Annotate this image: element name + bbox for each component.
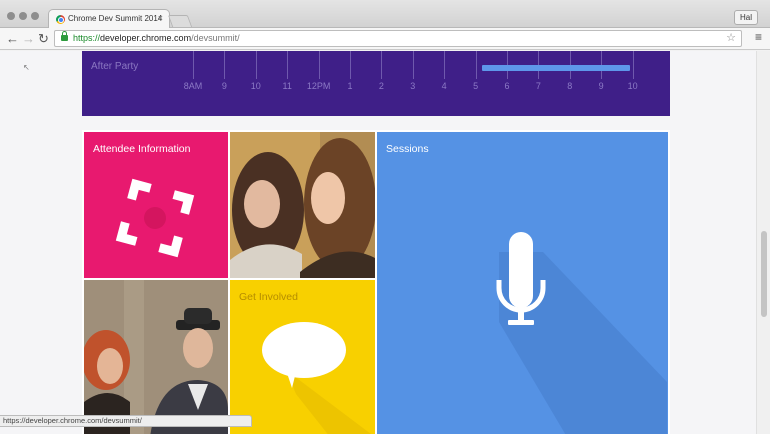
time-label: 5 [473,81,479,91]
time-tick [318,51,320,79]
reload-icon[interactable]: ↻ [38,30,49,47]
time-label: 2 [378,81,384,91]
time-label: 8AM [183,81,203,91]
time-label: 8 [567,81,573,91]
time-label: 10 [250,81,261,91]
time-label: 9 [598,81,604,91]
url-text: https://developer.chrome.com/devsummit/ [73,33,240,43]
bookmark-star-icon[interactable]: ☆ [726,31,736,44]
lock-icon [61,31,68,41]
time-label: 7 [535,81,541,91]
new-tab-button[interactable] [167,15,193,27]
track-label: After Party [91,61,139,72]
url-host: developer.chrome.com [100,33,192,43]
sessions-tile[interactable]: Sessions [377,132,668,434]
attendees-photo [230,132,375,278]
forward-icon[interactable]: → [22,30,35,47]
time-tick [475,51,477,79]
toolbar: ← → ↻ https://developer.chrome.com/devsu… [0,28,770,50]
time-tick [193,51,194,79]
frame-icon [115,178,195,258]
get-involved-tile[interactable]: Get Involved [230,280,375,434]
microphone-icon [496,232,667,434]
time-label: 3 [410,81,416,91]
status-bar: https://developer.chrome.com/devsummit/ [0,415,252,427]
time-label: 6 [504,81,510,91]
mouse-cursor-icon: ↖ [23,63,30,72]
zoom-window-button[interactable] [31,12,39,20]
menu-icon[interactable]: ≡ [755,30,762,44]
profile-button[interactable]: Hal [733,10,758,25]
tab-chrome-dev-summit[interactable]: Chrome Dev Summit 2014 × [48,9,170,28]
time-label: 1 [347,81,353,91]
time-tick [224,51,226,79]
time-label: 4 [441,81,447,91]
speaker-photo-image [84,280,228,434]
time-tick [381,51,383,79]
time-label: 9 [221,81,227,91]
chrome-favicon-icon [56,15,65,24]
time-label: 10 [627,81,638,91]
browser-window: Chrome Dev Summit 2014 × Hal ← → ↻ https… [0,0,770,434]
address-bar[interactable]: https://developer.chrome.com/devsummit/ … [54,30,742,47]
time-tick [632,51,634,79]
tile-grid: Attendee Information Sessions Get Involv… [82,130,670,434]
time-tick [444,51,446,79]
schedule-timeline: After Party 8AM 9 10 11 12PM 1 2 3 4 5 6 7 8 9 10 [82,51,670,116]
tab-title: Chrome Dev Summit 2014 [68,14,163,23]
time-tick [255,51,257,79]
page-viewport: ↖ After Party 8AM 9 10 11 12PM 1 2 3 4 5 6 7 8 9 10 At… [0,51,770,434]
tab-close-icon[interactable]: × [158,13,163,23]
time-tick [287,51,289,79]
close-window-button[interactable] [7,12,15,20]
url-path: /devsummit/ [191,33,240,43]
time-label: 11 [282,81,292,91]
attendees-photo-image [230,132,375,278]
speaker-photo [84,280,228,434]
minimize-window-button[interactable] [19,12,27,20]
vertical-scrollbar[interactable] [756,51,770,434]
time-label: 12PM [306,81,331,91]
scrollbar-thumb[interactable] [761,231,767,317]
after-party-bar[interactable] [482,65,630,71]
speech-bubble-icon [262,322,372,434]
attendee-information-tile[interactable]: Attendee Information [84,132,228,278]
tab-strip: Chrome Dev Summit 2014 × Hal [0,0,770,28]
time-tick [350,51,351,79]
time-tick [412,51,414,79]
back-icon[interactable]: ← [6,30,19,47]
url-scheme: https:// [73,33,101,43]
